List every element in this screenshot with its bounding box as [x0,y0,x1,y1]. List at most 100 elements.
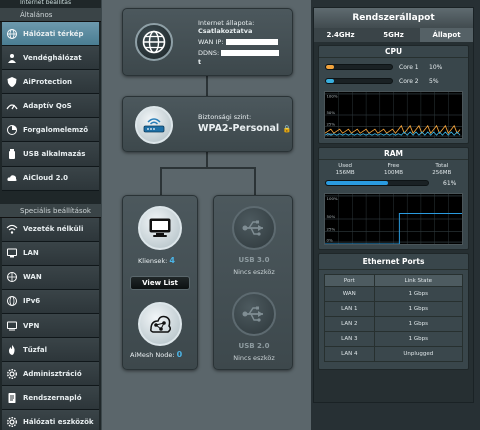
ethernet-section: Ethernet Ports Port Link State WAN 1 Gbps… [318,253,469,370]
cpu-section: CPU Core 1 10% Core 2 5% 100% 50% 25% 0% [318,45,469,144]
sidebar-general-header: Általános [0,8,101,22]
usb3-status: Nincs eszköz [233,268,275,276]
ram-used-value: 156MB [335,169,355,176]
cpu-core-fill [326,79,334,83]
cpu-core-row: Core 2 5% [319,74,468,88]
sidebar-item-lan[interactable]: LAN [2,241,99,266]
port-name: LAN 4 [324,346,375,362]
aiprotection-icon [6,76,18,88]
ram-section: RAM Used 156MB Free 100MB Total 256MB 61… [318,147,469,250]
graph-tick-label: 100% [326,94,337,99]
link-state: Unplugged [373,346,464,362]
cpu-title: CPU [319,46,468,58]
router-card[interactable]: Biztonsági szint: WPA2-Personal 🔒 [122,96,293,152]
cpu-core-label: Core 2 [399,77,419,85]
router-icon [135,106,173,144]
sidebar-advanced-header: Speciális beállítások [0,203,101,218]
usb2-icon [232,292,276,336]
sidebar-item-guest-network[interactable]: Vendéghálózat [2,46,99,71]
network-tools-icon [6,416,18,428]
connector-line [206,152,208,168]
graph-tick-label: 100% [326,196,337,201]
ddns-label: DDNS: [198,49,220,57]
aicloud-icon [6,172,18,184]
table-row: LAN 11 Gbps [324,301,464,317]
security-value-row: WPA2-Personal 🔒 [198,123,291,135]
clients-count: 4 [169,256,175,265]
vpn-icon [6,320,18,332]
sidebar-item-label: AiCloud 2.0 [23,174,68,183]
sidebar-item-usb-app[interactable]: USB alkalmazás [2,142,99,167]
security-value: WPA2-Personal [198,123,280,134]
cpu-core-value: 5% [429,77,439,85]
sidebar-item-label: VPN [23,321,40,330]
cpu-core-value: 10% [429,63,443,71]
sidebar-item-label: WAN [23,273,42,282]
sidebar-item-network-tools[interactable]: Hálózati eszközök [2,410,99,430]
internet-status-value: Csatlakoztatva [198,27,253,35]
internet-card[interactable]: Internet állapota: Csatlakoztatva WAN IP… [122,8,293,76]
sidebar-item-aiprotection[interactable]: AiProtection [2,70,99,95]
sidebar-item-label: Tűzfal [23,345,48,354]
sidebar-item-qos[interactable]: Adaptív QoS [2,94,99,119]
sidebar-item-label: AiProtection [23,77,72,86]
clients-row: Kliensek: 4 [138,256,175,266]
ethernet-header-port: Port [324,274,375,287]
tab-status[interactable]: Állapot [420,28,473,42]
sidebar-item-wireless[interactable]: Vezeték nélküli [2,217,99,242]
ddns-redacted [221,50,280,56]
monitor-icon [138,206,182,250]
usb-card[interactable]: USB 3.0 Nincs eszköz USB 2.0 Nincs eszkö… [213,195,293,370]
system-status-panel: Rendszerállapot 2.4GHz 5GHz Állapot CPU Co… [313,7,474,403]
sidebar-item-vpn[interactable]: VPN [2,314,99,339]
sidebar-item-firewall[interactable]: Tűzfal [2,338,99,363]
tab-24ghz[interactable]: 2.4GHz [314,28,367,42]
cpu-bars: Core 1 10% Core 2 5% [319,58,468,88]
wireless-icon [6,223,18,235]
sidebar-item-label: Vezeték nélküli [23,225,84,234]
sidebar-item-label: Vendéghálózat [23,53,82,62]
system-log-icon [6,392,18,404]
ipv6-icon [6,295,18,307]
usb2-title: USB 2.0 [238,342,270,350]
sidebar-item-network-map[interactable]: Hálózati térkép [2,22,99,47]
sidebar-item-label: Hálózati eszközök [23,417,94,426]
cpu-core-bar [325,78,393,84]
sidebar-general-list: Hálózati térkép Vendéghálózat AiProtection… [0,22,101,191]
sidebar-item-admin[interactable]: Adminisztráció [2,362,99,387]
cpu-graph: 100% 50% 25% 0% [324,91,463,139]
ram-total: Total 256MB [418,163,466,176]
view-list-button[interactable]: View List [130,276,190,290]
status-panel-title: Rendszerállapot [314,8,473,28]
wan-icon [6,271,18,283]
ram-stats: Used 156MB Free 100MB Total 256MB [319,160,468,176]
graph-tick-label: 50% [326,110,335,115]
usb-app-icon [6,148,18,160]
sidebar-item-label: Hálózati térkép [23,29,84,38]
port-name: LAN 1 [324,301,375,317]
sidebar-item-label: IPv6 [23,297,41,306]
graph-tick-label: 50% [326,214,335,219]
graph-tick-label: 25% [326,122,335,127]
sidebar-item-wan[interactable]: WAN [2,265,99,290]
ethernet-table-header: Port Link State [324,274,464,287]
internet-status-label: Internet állapota: [198,19,255,27]
sidebar-cut-item[interactable]: Internet beállítás [0,0,101,8]
table-row: LAN 4 Unplugged [324,346,464,362]
table-row: LAN 31 Gbps [324,331,464,347]
usb2-status: Nincs eszköz [233,354,275,362]
sidebar-item-traffic-analyzer[interactable]: Forgalomelemző [2,118,99,143]
sidebar-item-ipv6[interactable]: IPv6 [2,289,99,315]
sidebar-item-system-log[interactable]: Rendszernapló [2,386,99,411]
aimesh-row: AiMesh Node: 0 [130,351,182,360]
sidebar-item-aicloud[interactable]: AiCloud 2.0 [2,166,99,191]
tab-5ghz[interactable]: 5GHz [367,28,420,42]
cpu-core-row: Core 1 10% [319,60,468,74]
clients-card[interactable]: Kliensek: 4 View List AiMesh Node: 0 [122,195,198,370]
cpu-core-label: Core 1 [399,63,419,71]
network-map: Internet állapota: Csatlakoztatva WAN IP… [101,0,311,430]
sidebar: Internet beállítás Általános Hálózati té… [0,0,101,430]
port-name: LAN 3 [324,331,375,347]
guest-network-icon [6,52,18,64]
sidebar-item-label: Forgalomelemző [23,125,89,134]
